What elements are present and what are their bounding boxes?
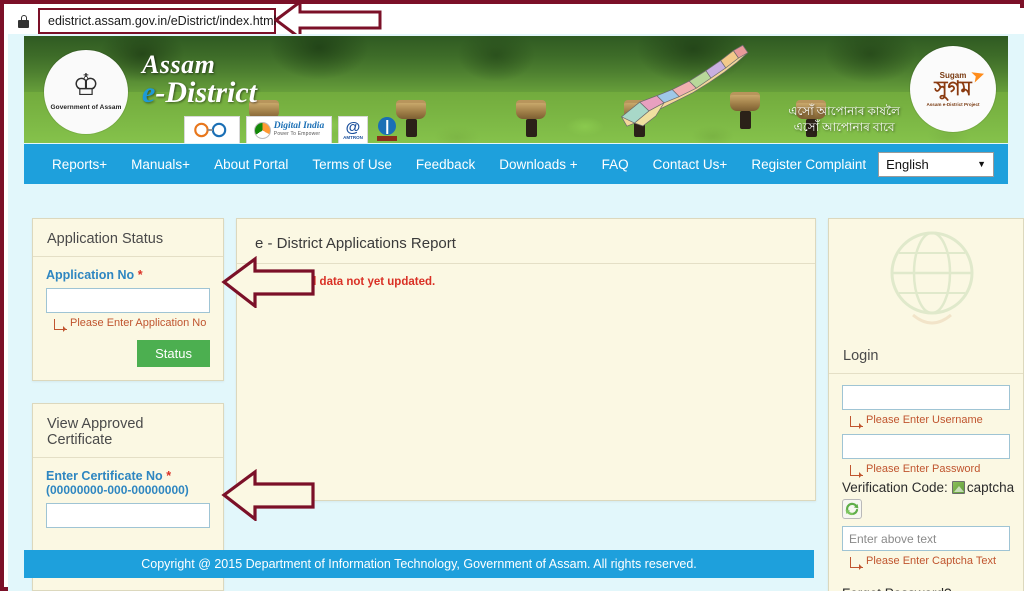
nav-register-complaint[interactable]: Register Complaint: [739, 151, 878, 178]
language-selected-value: English: [886, 156, 929, 172]
username-hint-text: Please Enter Username: [866, 414, 983, 426]
dashboard-message: DashBoard data not yet updated.: [255, 276, 436, 288]
page-content: ♔ Government of Assam Assam e-District D…: [8, 34, 1024, 591]
status-button[interactable]: Status: [137, 340, 210, 367]
application-status-panel: Application Status Application No * Plea…: [32, 218, 224, 381]
tea-picker: [516, 100, 546, 137]
nav-terms-of-use[interactable]: Terms of Use: [300, 151, 404, 178]
site-title-e: e: [142, 76, 156, 109]
digital-india-logo: Digital India Power To Empower: [246, 116, 332, 143]
certificate-format-hint: (00000000-000-00000000): [46, 483, 189, 497]
certificate-no-label: Enter Certificate No * (00000000-000-000…: [46, 469, 210, 503]
tea-picker: [396, 100, 426, 137]
arrow-elbow-icon: [850, 465, 863, 479]
required-asterisk: *: [137, 268, 143, 282]
right-sidebar: Login Please Enter Username Please Enter…: [828, 218, 1024, 591]
nic-logo: [374, 114, 400, 143]
password-input[interactable]: [842, 434, 1010, 459]
arrow-elbow-icon: [850, 416, 863, 430]
left-sidebar: Application Status Application No * Plea…: [32, 218, 224, 591]
password-hint: Please Enter Password: [842, 459, 1010, 479]
page-footer: Copyright @ 2015 Department of Informati…: [24, 550, 814, 578]
amtron-logo: @ AMTRON: [338, 116, 368, 143]
application-no-hint-text: Please Enter Application No: [70, 317, 207, 329]
sugam-logo: Sugam সুগম Assam e-District Project ➤: [910, 46, 996, 132]
site-banner: ♔ Government of Assam Assam e-District D…: [24, 36, 1008, 143]
site-title-district: -District: [155, 76, 257, 109]
nav-downloads[interactable]: Downloads +: [487, 151, 589, 178]
lock-icon: [18, 14, 29, 28]
copyright-text: Copyright @ 2015 Department of Informati…: [141, 557, 697, 571]
application-no-label-text: Application No: [46, 268, 135, 282]
tagline-line1: এসোঁ আপোনাৰ কাষলৈ: [788, 103, 900, 118]
nic-globe-icon: [378, 117, 396, 135]
main-content: e - District Applications Report DashBoa…: [236, 218, 816, 501]
report-title: e - District Applications Report: [237, 219, 815, 264]
certificate-no-label-text: Enter Certificate No: [46, 469, 163, 483]
nav-about-portal[interactable]: About Portal: [202, 151, 300, 178]
sugam-subtitle: Assam e-District Project: [926, 102, 980, 107]
nav-manuals[interactable]: Manuals+: [119, 151, 202, 178]
address-input[interactable]: edistrict.assam.gov.in/eDistrict/index.h…: [38, 8, 276, 34]
partner-logos: Digital India Power To Empower @ AMTRON: [184, 114, 400, 143]
india-flag-ring-icon: [253, 121, 271, 139]
broken-image-icon: [951, 481, 965, 494]
sugam-assamese: সুগম: [934, 78, 972, 100]
emblem-caption: Government of Assam: [50, 104, 122, 111]
url-text: edistrict.assam.gov.in/eDistrict/index.h…: [48, 14, 277, 28]
forgot-password-link[interactable]: Forgot Password?: [842, 568, 1010, 591]
browser-url-bar: edistrict.assam.gov.in/eDistrict/index.h…: [8, 8, 1024, 34]
login-panel: Login Please Enter Username Please Enter…: [828, 218, 1024, 591]
chevron-down-icon: ▼: [977, 159, 986, 169]
site-title: Assam e-District: [142, 50, 257, 110]
verification-code-row: Verification Code: captcha: [842, 476, 1014, 495]
swachh-glasses-icon: [194, 122, 227, 138]
captcha-hint: Please Enter Captcha Text: [842, 551, 1010, 571]
captcha-alt-text: captcha: [966, 480, 1015, 495]
emblem-watermark: [890, 231, 974, 325]
government-emblem: ♔ Government of Assam: [44, 50, 128, 134]
nav-feedback[interactable]: Feedback: [404, 151, 487, 178]
amtron-at-glyph: @: [345, 119, 361, 136]
nav-contact-us[interactable]: Contact Us+: [641, 151, 740, 178]
captcha-broken-image: captcha: [951, 480, 1015, 495]
banner-tagline: এসোঁ আপোনাৰ কাষলৈ এসোঁ আপোনাৰ বাবে: [788, 103, 900, 135]
nav-items: Reports+ Manuals+ About Portal Terms of …: [24, 151, 878, 178]
refresh-icon: [845, 502, 859, 516]
username-hint: Please Enter Username: [842, 410, 1010, 430]
nav-faq[interactable]: FAQ: [590, 151, 641, 178]
report-body: DashBoard data not yet updated.: [237, 264, 815, 500]
certificate-no-input[interactable]: [46, 503, 210, 528]
verification-code-label: Verification Code:: [842, 480, 948, 495]
application-no-label: Application No *: [46, 268, 210, 288]
applications-report-panel: e - District Applications Report DashBoa…: [236, 218, 816, 501]
main-navigation: Reports+ Manuals+ About Portal Terms of …: [24, 144, 1008, 184]
browser-window: edistrict.assam.gov.in/eDistrict/index.h…: [0, 0, 1024, 591]
username-input[interactable]: [842, 385, 1010, 410]
arrow-elbow-icon: [850, 557, 863, 571]
captcha-hint-text: Please Enter Captcha Text: [866, 555, 997, 567]
password-hint-text: Please Enter Password: [866, 463, 981, 475]
swachh-bharat-logo: [184, 116, 240, 143]
application-no-hint: Please Enter Application No: [46, 313, 210, 333]
application-status-title: Application Status: [33, 219, 223, 257]
captcha-input[interactable]: [842, 526, 1010, 551]
required-asterisk: *: [166, 469, 172, 483]
amtron-label: AMTRON: [343, 135, 363, 140]
arrow-elbow-icon: [54, 319, 67, 333]
nav-reports[interactable]: Reports+: [40, 151, 119, 178]
site-title-line2: e-District: [142, 76, 257, 110]
view-certificate-title: View Approved Certificate: [33, 404, 223, 458]
captcha-refresh-button[interactable]: [842, 499, 862, 519]
digital-india-sub: Power To Empower: [273, 131, 321, 138]
language-selector[interactable]: English ▼: [878, 151, 994, 177]
tagline-line2: এসোঁ আপোনাৰ বাবে: [793, 119, 895, 134]
application-no-input[interactable]: [46, 288, 210, 313]
ashoka-lions-icon: ♔: [72, 69, 100, 102]
login-title: Login: [829, 336, 1023, 374]
